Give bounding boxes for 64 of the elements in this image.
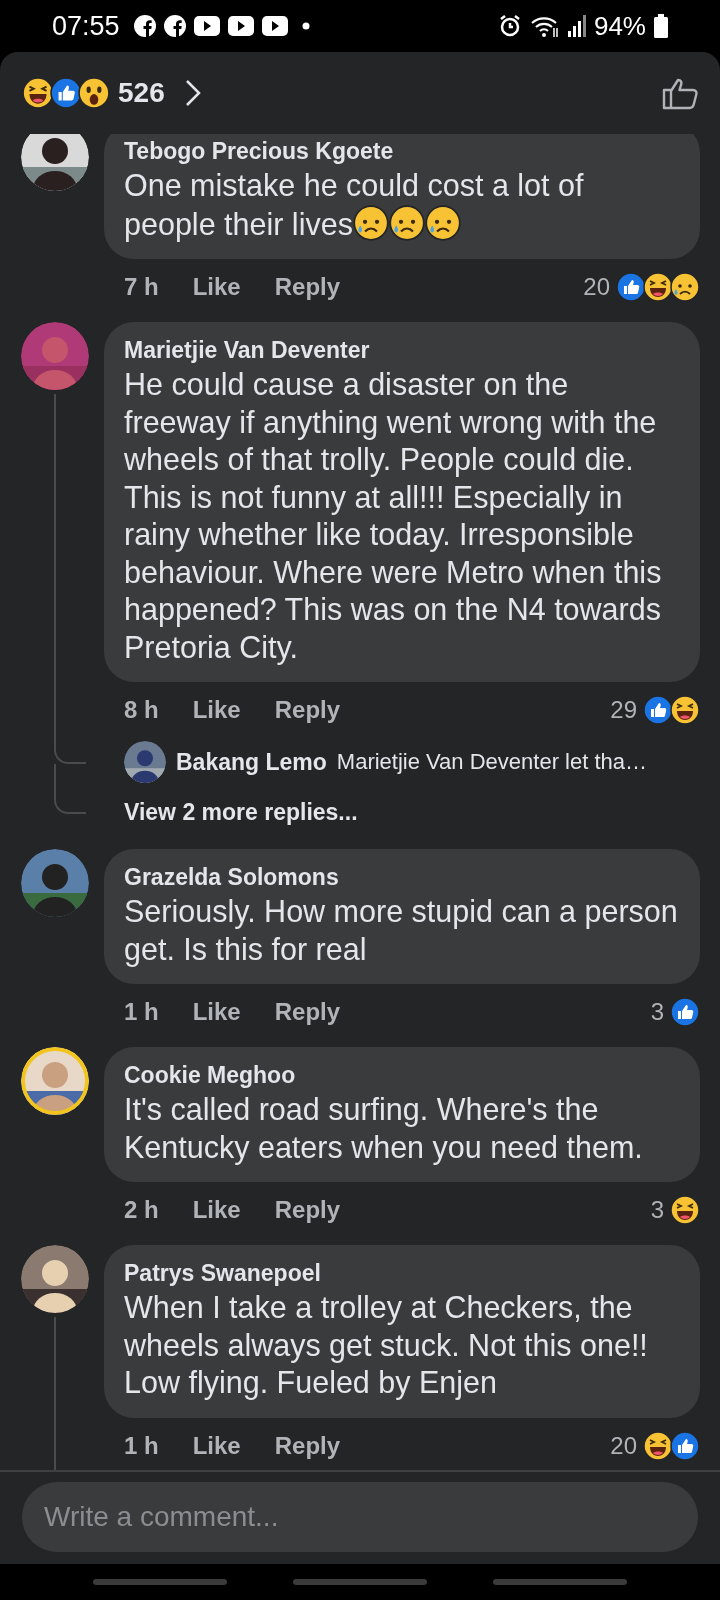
comment-time: 8 h bbox=[124, 696, 159, 724]
thread-connector bbox=[54, 787, 86, 814]
comment-text: One mistake he could cost a lot of people their lives bbox=[124, 167, 585, 243]
video-play-icon bbox=[227, 16, 254, 36]
reply-button[interactable]: Reply bbox=[274, 998, 341, 1026]
reaction-count: 20 bbox=[583, 273, 610, 301]
laughing-face-icon bbox=[643, 1430, 673, 1461]
reply-text: Marietjie Van Deventer let tha… bbox=[336, 749, 647, 775]
comment-author[interactable]: Patrys Swanepoel bbox=[124, 1257, 680, 1289]
wifi-icon bbox=[529, 14, 560, 38]
laughing-face-icon bbox=[22, 77, 54, 109]
reaction-count[interactable]: 526 bbox=[118, 77, 165, 109]
like-button[interactable]: Like bbox=[192, 1196, 241, 1224]
laughing-face-icon bbox=[670, 695, 700, 725]
chevron-right-icon[interactable] bbox=[184, 79, 201, 107]
signal-icon bbox=[567, 15, 586, 37]
reply-button[interactable]: Reply bbox=[274, 273, 341, 301]
comment-time: 1 h bbox=[124, 998, 159, 1026]
facebook-icon bbox=[163, 15, 186, 37]
comment-text: Seriously. How more stupid can a person get. Is this for real bbox=[124, 893, 679, 968]
sad-face-icon bbox=[670, 272, 700, 302]
like-button[interactable]: Like bbox=[192, 998, 241, 1026]
battery-icon bbox=[654, 14, 668, 38]
view-more-replies-link[interactable]: View 2 more replies... bbox=[124, 798, 358, 826]
comment-author[interactable]: Grazelda Solomons bbox=[124, 861, 680, 893]
laughing-face-icon bbox=[670, 1195, 700, 1225]
reaction-count: 3 bbox=[650, 998, 664, 1026]
reaction-count: 3 bbox=[650, 1196, 664, 1224]
reply-author[interactable]: Bakang Lemo bbox=[176, 748, 327, 776]
comment-time: 1 h bbox=[124, 1431, 159, 1460]
reply-button[interactable]: Reply bbox=[274, 1431, 341, 1460]
like-icon bbox=[50, 77, 82, 109]
facebook-icon bbox=[133, 15, 156, 37]
reply-button[interactable]: Reply bbox=[274, 696, 341, 724]
reaction-count: 29 bbox=[610, 696, 637, 724]
comment-author[interactable]: Cookie Meghoo bbox=[124, 1059, 680, 1091]
thumbs-up-icon[interactable] bbox=[662, 76, 698, 110]
comment-author[interactable]: Tebogo Precious Kgoete bbox=[124, 135, 680, 167]
sad-face-icon bbox=[388, 204, 425, 241]
like-icon bbox=[670, 997, 700, 1027]
comment-time: 2 h bbox=[124, 1196, 159, 1224]
like-button[interactable]: Like bbox=[192, 273, 241, 301]
like-icon bbox=[670, 1430, 700, 1461]
reply-button[interactable]: Reply bbox=[274, 1196, 341, 1224]
more-notifications-dot-icon bbox=[301, 22, 310, 30]
comment-time: 7 h bbox=[124, 273, 159, 301]
laughing-face-icon bbox=[643, 272, 673, 302]
comment-input-field[interactable]: Write a comment... bbox=[22, 1482, 698, 1552]
status-time: 07:55 bbox=[52, 10, 120, 42]
comment-text: It's called road surfing. Where's the Kentucky eaters when you need them. bbox=[124, 1091, 644, 1166]
comment-text: He could cause a disaster on the freeway if anything went wrong with the wheels of that trolly. People could die. This is not funny at all!!! Especially in rainy whether like today. Irresponsible behaviour. Where were Metro when this happened? This was on the N4 towards Pretoria City. bbox=[124, 366, 663, 666]
like-icon bbox=[643, 695, 673, 725]
sad-face-icon bbox=[352, 204, 389, 241]
like-button[interactable]: Like bbox=[192, 1431, 241, 1460]
comment-author[interactable]: Marietjie Van Deventer bbox=[124, 334, 680, 366]
video-play-icon bbox=[261, 16, 288, 36]
reaction-count: 20 bbox=[610, 1431, 637, 1460]
like-button[interactable]: Like bbox=[192, 696, 241, 724]
video-play-icon bbox=[193, 16, 220, 36]
surprised-face-icon bbox=[78, 77, 110, 109]
sad-face-icon bbox=[424, 204, 461, 241]
battery-level: 94% bbox=[593, 10, 646, 42]
comment-text: When I take a trolley at Checkers, the wheels always get stuck. Not this one!! Low flying. Fueled by Enjen bbox=[124, 1289, 649, 1402]
like-icon bbox=[616, 272, 646, 302]
